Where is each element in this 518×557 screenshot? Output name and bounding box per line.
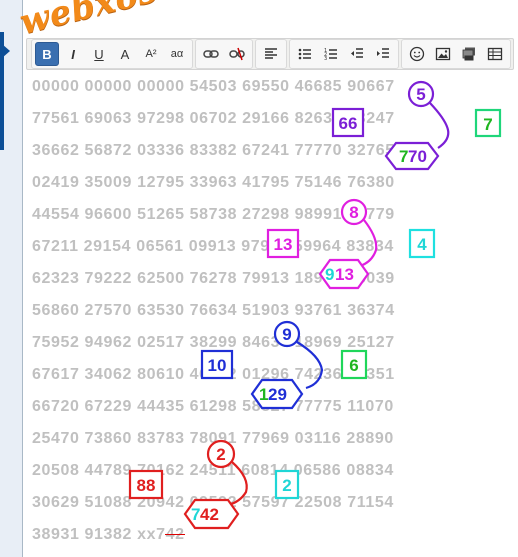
number-row: 62323 79222 62500 76278 79913 18932 8803… [32, 270, 395, 287]
number-row: 36662 56872 03336 83382 67241 77770 3276… [32, 142, 395, 159]
outdent-icon[interactable] [345, 42, 369, 66]
number-row: 75952 94962 02517 38299 84630 18969 2512… [32, 334, 395, 351]
number-row: 66720 67229 44435 61298 58827 77775 1107… [32, 398, 394, 415]
collapse-arrow-icon[interactable] [2, 44, 10, 58]
underline-button[interactable]: U [87, 42, 111, 66]
list-group: 123 [289, 39, 399, 69]
number-row: 30629 51088 20942 09592 57597 22508 7115… [32, 494, 394, 511]
number-row: 67617 34062 80610 46982 01296 74236 3635… [32, 366, 395, 383]
number-row: 77561 69063 97298 06702 29166 82632 0324… [32, 110, 395, 127]
number-row: 25470 73860 83783 78091 77969 03116 2889… [32, 430, 394, 447]
numbered-list-icon[interactable]: 123 [319, 42, 343, 66]
font-size-down-button[interactable]: aα [165, 42, 189, 66]
number-row: 44554 96600 51265 58738 27298 98991 8177… [32, 206, 395, 223]
italic-button[interactable]: I [61, 42, 85, 66]
number-row: 67211 29154 06561 09913 97954 59964 8383… [32, 238, 394, 255]
number-row: 02419 35009 12795 33963 41795 75146 7638… [32, 174, 395, 191]
spellcheck-underline [165, 530, 185, 535]
text-color-button[interactable]: A [113, 42, 137, 66]
format-group: B I U A A² aα [31, 39, 193, 69]
number-row: 56860 27570 63530 76634 51903 93761 3637… [32, 302, 395, 319]
link-icon[interactable] [199, 42, 223, 66]
indent-icon[interactable] [371, 42, 395, 66]
image-icon[interactable] [431, 42, 455, 66]
align-left-icon[interactable] [259, 42, 283, 66]
left-gutter [0, 0, 23, 557]
editor-toolbar: B I U A A² aα 123 [26, 38, 514, 70]
number-row: 20508 44789 70162 24511 60814 06586 0883… [32, 462, 394, 479]
media-icon[interactable] [457, 42, 481, 66]
bold-button[interactable]: B [35, 42, 59, 66]
number-row: 00000 00000 00000 54503 69550 46685 9066… [32, 78, 395, 95]
emoji-icon[interactable] [405, 42, 429, 66]
link-group [195, 39, 253, 69]
number-row: 38931 91382 xx742 [32, 526, 185, 543]
bullet-list-icon[interactable] [293, 42, 317, 66]
font-size-up-button[interactable]: A² [139, 42, 163, 66]
align-group [255, 39, 287, 69]
table-icon[interactable] [483, 42, 507, 66]
unlink-icon[interactable] [225, 42, 249, 66]
svg-text:3: 3 [324, 56, 327, 62]
insert-group [401, 39, 511, 69]
